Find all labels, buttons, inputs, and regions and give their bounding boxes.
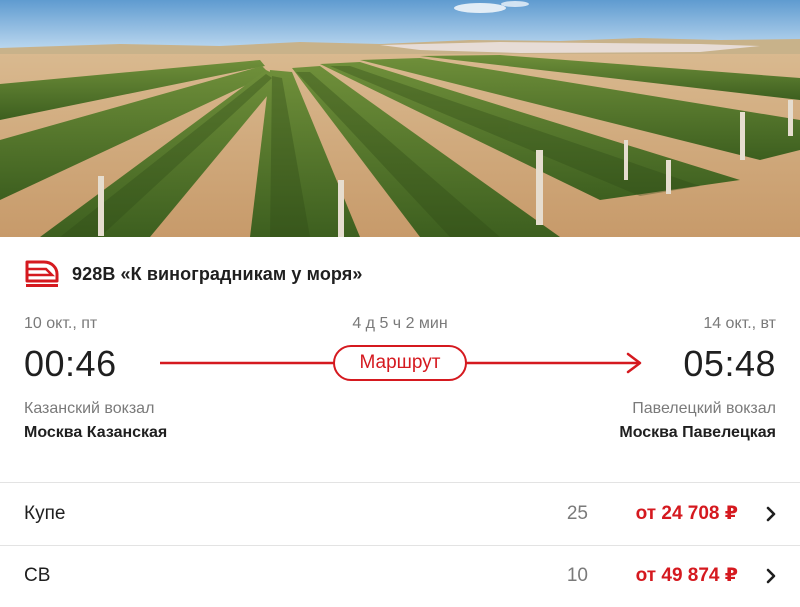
seat-count: 10 [566, 565, 588, 586]
arrival-station-hint: Павелецкий вокзал [632, 400, 776, 417]
trip-duration: 4 д 5 ч 2 мин [352, 315, 448, 332]
class-name: Купе [24, 503, 66, 524]
seat-count: 25 [566, 503, 588, 524]
price: от 49 874 ₽ [635, 565, 738, 586]
price: от 24 708 ₽ [635, 503, 738, 524]
divider [0, 482, 800, 483]
arrival-station: Москва Павелецкая [619, 424, 776, 441]
chevron-right-icon [764, 567, 778, 585]
train-header: 928В «К виноградникам у моря» [24, 259, 363, 289]
chevron-right-icon [764, 505, 778, 523]
departure-time: 00:46 [24, 343, 117, 384]
class-row-kupe[interactable]: Купе 25 от 24 708 ₽ [0, 484, 800, 544]
arrival-time: 05:48 [683, 343, 776, 384]
class-name: СВ [24, 565, 51, 586]
departure-station-hint: Казанский вокзал [24, 400, 155, 417]
class-row-sv[interactable]: СВ 10 от 49 874 ₽ [0, 546, 800, 606]
arrival-date: 14 окт., вт [703, 315, 776, 332]
train-icon [24, 259, 60, 289]
route-button[interactable]: Маршрут [333, 345, 467, 381]
train-name: 928В «К виноградникам у моря» [72, 263, 363, 284]
hero-image [0, 0, 800, 237]
departure-station: Москва Казанская [24, 424, 168, 441]
